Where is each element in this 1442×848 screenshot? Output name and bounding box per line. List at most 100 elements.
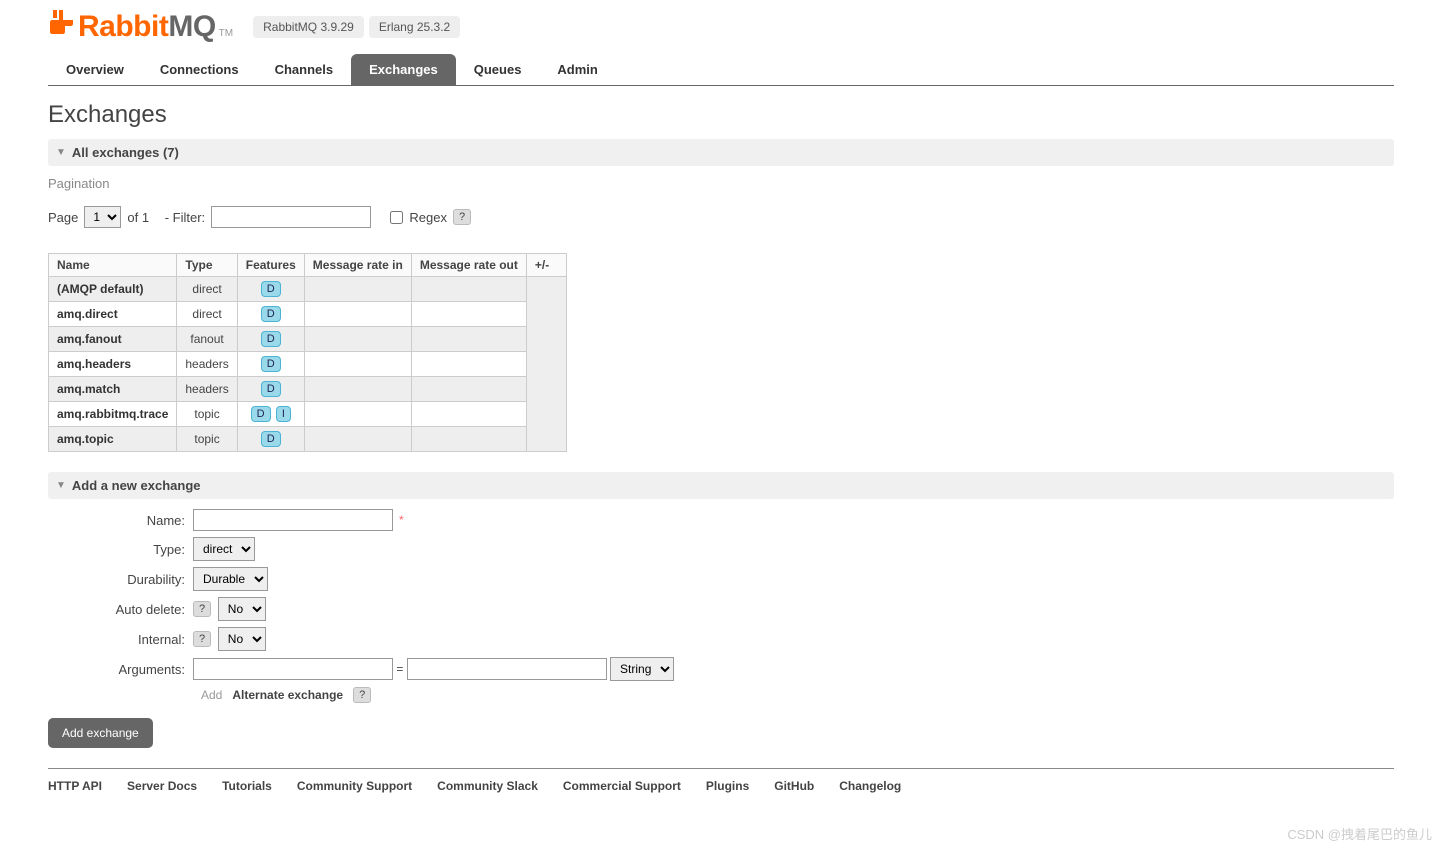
- rate-in-cell: [304, 302, 411, 327]
- exchange-features: D: [237, 302, 304, 327]
- footer-community-slack[interactable]: Community Slack: [437, 779, 538, 793]
- rate-in-cell: [304, 327, 411, 352]
- rate-in-cell: [304, 402, 411, 427]
- exchange-name-link[interactable]: amq.rabbitmq.trace: [57, 407, 168, 421]
- footer-server-docs[interactable]: Server Docs: [127, 779, 197, 793]
- name-input[interactable]: [193, 509, 393, 531]
- internal-help-button[interactable]: ?: [193, 631, 211, 647]
- page-title: Exchanges: [48, 101, 1394, 129]
- all-exchanges-header[interactable]: ▼ All exchanges (7): [48, 139, 1394, 166]
- page-label: Page: [48, 210, 78, 225]
- pagination-controls: Page 1 of 1 - Filter: Regex ?: [48, 206, 1394, 228]
- page-select[interactable]: 1: [84, 206, 121, 228]
- rate-out-cell: [411, 327, 526, 352]
- col-features: Features: [237, 254, 304, 277]
- tab-queues[interactable]: Queues: [456, 54, 540, 85]
- rate-in-cell: [304, 427, 411, 452]
- filter-input[interactable]: [211, 206, 371, 228]
- type-select[interactable]: direct: [193, 537, 255, 561]
- exchange-features: D: [237, 327, 304, 352]
- name-label: Name:: [48, 513, 193, 528]
- exchange-name-link[interactable]: (AMQP default): [57, 282, 143, 296]
- exchange-features: D: [237, 427, 304, 452]
- autodelete-help-button[interactable]: ?: [193, 601, 211, 617]
- table-row: amq.topictopicD: [49, 427, 567, 452]
- table-row: amq.fanout fanoutD: [49, 327, 567, 352]
- tab-admin[interactable]: Admin: [539, 54, 615, 85]
- exchange-name-link[interactable]: amq.direct: [57, 307, 118, 321]
- footer-community-support[interactable]: Community Support: [297, 779, 412, 793]
- exchange-features: D: [237, 352, 304, 377]
- exchange-type: fanout: [177, 327, 237, 352]
- regex-checkbox[interactable]: [390, 211, 403, 224]
- rate-in-cell: [304, 352, 411, 377]
- feature-badge: I: [276, 406, 291, 422]
- exchange-type: headers: [177, 352, 237, 377]
- footer-github[interactable]: GitHub: [774, 779, 814, 793]
- tab-overview[interactable]: Overview: [48, 54, 142, 85]
- alternate-exchange-link[interactable]: Alternate exchange: [232, 688, 343, 702]
- exchange-name-link[interactable]: amq.headers: [57, 357, 131, 371]
- table-row: amq.headers headers D: [49, 352, 567, 377]
- exchange-type: topic: [177, 402, 237, 427]
- autodelete-select[interactable]: No: [218, 597, 266, 621]
- tab-connections[interactable]: Connections: [142, 54, 257, 85]
- argument-value-input[interactable]: [407, 658, 607, 680]
- brand-suffix: MQ: [168, 10, 215, 43]
- add-exchange-button[interactable]: Add exchange: [48, 718, 153, 748]
- arguments-label: Arguments:: [48, 662, 193, 677]
- col-plusminus[interactable]: +/-: [526, 254, 566, 277]
- feature-badge: D: [261, 431, 281, 447]
- brand-prefix: Rabbit: [78, 10, 168, 43]
- rate-out-cell: [411, 427, 526, 452]
- exchange-name-link[interactable]: amq.match: [57, 382, 120, 396]
- required-marker: *: [399, 513, 404, 527]
- add-argument-label: Add: [201, 688, 222, 702]
- feature-badge: D: [261, 281, 281, 297]
- exchange-name-link[interactable]: amq.fanout: [57, 332, 122, 346]
- rate-in-cell: [304, 277, 411, 302]
- type-label: Type:: [48, 542, 193, 557]
- chevron-down-icon: ▼: [56, 147, 66, 158]
- argument-type-select[interactable]: String: [610, 657, 674, 681]
- autodelete-label: Auto delete:: [48, 602, 193, 617]
- rabbitmq-icon: [48, 10, 74, 36]
- footer-http-api[interactable]: HTTP API: [48, 779, 102, 793]
- exchanges-table: Name Type Features Message rate in Messa…: [48, 253, 567, 452]
- col-rate-in[interactable]: Message rate in: [304, 254, 411, 277]
- durability-select[interactable]: Durable: [193, 567, 268, 591]
- rate-out-cell: [411, 402, 526, 427]
- footer-commercial-support[interactable]: Commercial Support: [563, 779, 681, 793]
- plusminus-cell: [526, 277, 566, 452]
- tab-channels[interactable]: Channels: [257, 54, 352, 85]
- equals-label: =: [396, 662, 403, 676]
- erlang-badge: Erlang 25.3.2: [369, 16, 460, 38]
- feature-badge: D: [261, 356, 281, 372]
- regex-help-button[interactable]: ?: [453, 209, 471, 225]
- internal-label: Internal:: [48, 632, 193, 647]
- alternate-help-button[interactable]: ?: [353, 687, 371, 703]
- regex-label: Regex: [409, 210, 447, 225]
- logo[interactable]: RabbitMQ TM: [48, 10, 233, 44]
- table-row: amq.directdirectD: [49, 302, 567, 327]
- argument-key-input[interactable]: [193, 658, 393, 680]
- tab-exchanges[interactable]: Exchanges: [351, 54, 456, 85]
- all-exchanges-label: All exchanges (7): [72, 145, 179, 160]
- rate-out-cell: [411, 377, 526, 402]
- footer-changelog[interactable]: Changelog: [839, 779, 901, 793]
- exchange-features: D: [237, 277, 304, 302]
- add-exchange-header[interactable]: ▼ Add a new exchange: [48, 472, 1394, 499]
- table-row: (AMQP default)directD: [49, 277, 567, 302]
- col-type[interactable]: Type: [177, 254, 237, 277]
- footer-plugins[interactable]: Plugins: [706, 779, 749, 793]
- version-badge: RabbitMQ 3.9.29: [253, 16, 364, 38]
- filter-label: - Filter:: [165, 210, 205, 225]
- exchange-features: D I: [237, 402, 304, 427]
- chevron-down-icon: ▼: [56, 480, 66, 491]
- footer-tutorials[interactable]: Tutorials: [222, 779, 272, 793]
- internal-select[interactable]: No: [218, 627, 266, 651]
- col-rate-out[interactable]: Message rate out: [411, 254, 526, 277]
- col-name[interactable]: Name: [49, 254, 177, 277]
- exchange-name-link[interactable]: amq.topic: [57, 432, 114, 446]
- trademark: TM: [219, 28, 233, 39]
